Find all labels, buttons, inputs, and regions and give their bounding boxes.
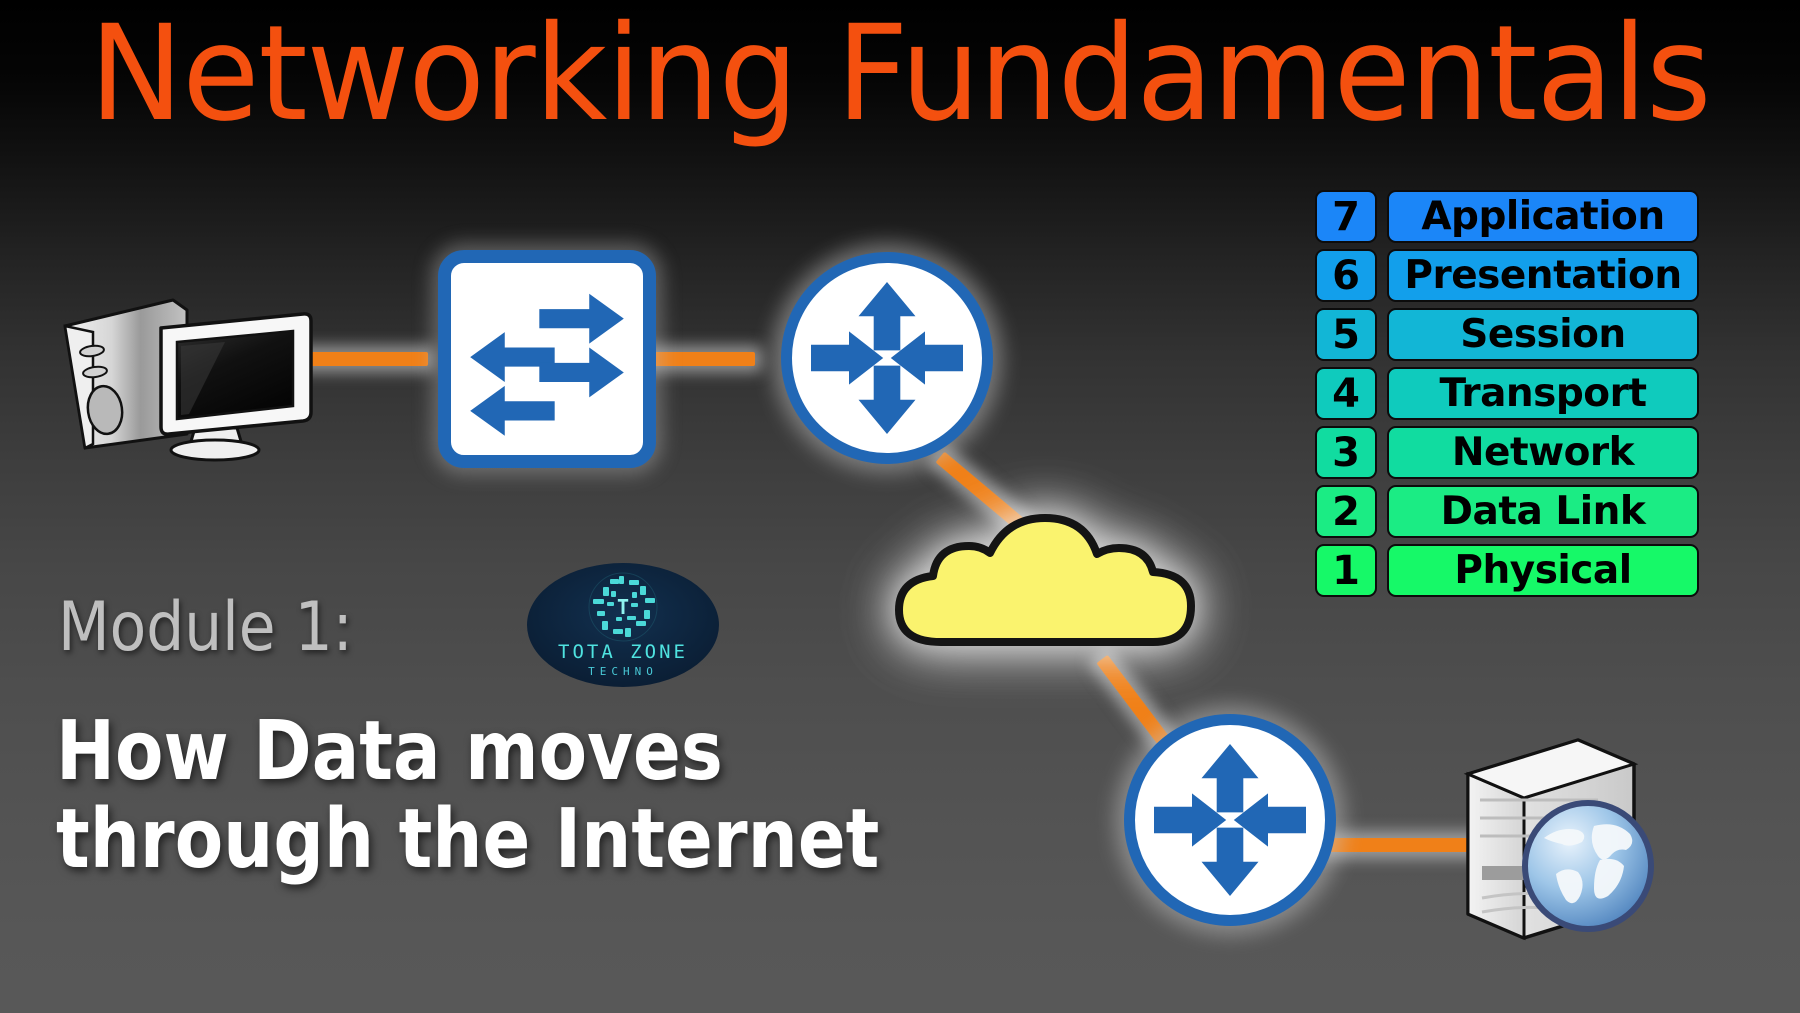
osi-layer-2[interactable]: 2 Data Link — [1315, 485, 1699, 538]
osi-layer-6[interactable]: 6 Presentation — [1315, 249, 1699, 302]
osi-layer-number: 4 — [1315, 367, 1377, 420]
osi-layer-number: 5 — [1315, 308, 1377, 361]
node-switch[interactable] — [438, 250, 656, 468]
page-subtitle: How Data moves through the Internet — [56, 708, 882, 883]
osi-layer-name: Data Link — [1387, 485, 1699, 538]
osi-layer-name: Application — [1387, 190, 1699, 243]
server-globe-icon — [1463, 738, 1654, 941]
osi-layer-name: Network — [1387, 426, 1699, 479]
osi-model-stack: 7 Application 6 Presentation 5 Session 4… — [1315, 190, 1699, 597]
osi-layer-4[interactable]: 4 Transport — [1315, 367, 1699, 420]
page-title: Networking Fundamentals — [89, 0, 1711, 151]
osi-layer-number: 7 — [1315, 190, 1377, 243]
brand-logo[interactable]: T TOTA ZONE TECHNO — [525, 563, 721, 688]
svg-text:T: T — [617, 595, 629, 619]
switch-icon — [438, 250, 656, 468]
slide-canvas: Networking Fundamentals 7 Application 6 … — [0, 0, 1800, 1013]
osi-layer-number: 3 — [1315, 426, 1377, 479]
logo-sub-text: TECHNO — [588, 665, 658, 678]
cloud-icon — [895, 514, 1195, 646]
tota-zone-logo-icon: T TOTA ZONE TECHNO — [527, 563, 719, 687]
node-internet-cloud[interactable] — [885, 510, 1205, 650]
headline-line-1: How Data moves — [56, 704, 723, 799]
module-label: Module 1: — [58, 588, 353, 667]
router-icon — [781, 252, 993, 464]
node-web-server[interactable] — [1448, 726, 1658, 946]
osi-layer-name: Physical — [1387, 544, 1699, 597]
node-router-far[interactable] — [1124, 714, 1336, 926]
osi-layer-3[interactable]: 3 Network — [1315, 426, 1699, 479]
computer-icon — [63, 298, 313, 462]
osi-layer-name: Presentation — [1387, 249, 1699, 302]
osi-layer-number: 2 — [1315, 485, 1377, 538]
osi-layer-name: Transport — [1387, 367, 1699, 420]
node-workstation[interactable] — [55, 288, 315, 468]
router-icon — [1124, 714, 1336, 926]
osi-layer-7[interactable]: 7 Application — [1315, 190, 1699, 243]
osi-layer-5[interactable]: 5 Session — [1315, 308, 1699, 361]
osi-layer-name: Session — [1387, 308, 1699, 361]
osi-layer-number: 1 — [1315, 544, 1377, 597]
logo-brand-text: TOTA ZONE — [558, 641, 688, 663]
osi-layer-number: 6 — [1315, 249, 1377, 302]
node-router-edge[interactable] — [781, 252, 993, 464]
osi-layer-1[interactable]: 1 Physical — [1315, 544, 1699, 597]
headline-line-2: through the Internet — [56, 791, 880, 887]
